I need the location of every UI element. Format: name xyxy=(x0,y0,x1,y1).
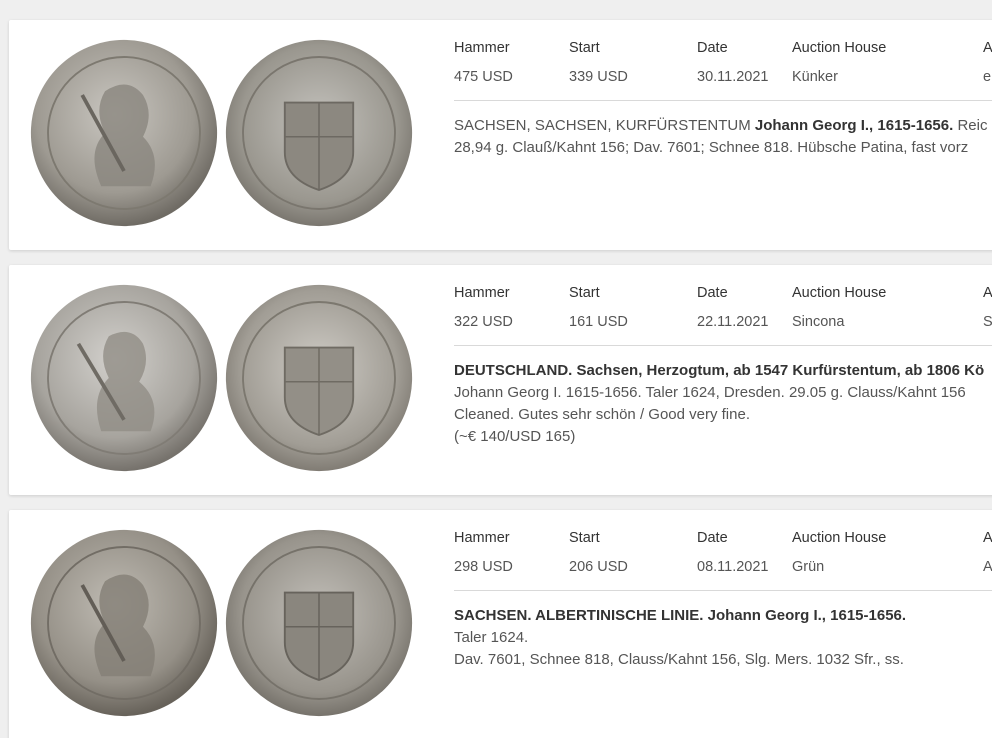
start-header: Start xyxy=(569,285,600,301)
description-bold: Johann Georg I., 1615-1656. xyxy=(754,117,954,134)
description-line: (~€ 140/USD 165) xyxy=(454,428,576,445)
description-line: DEUTSCHLAND. Sachsen, Herzogtum, ab 1547… xyxy=(454,360,992,382)
auction-house-header: Auction House xyxy=(792,40,887,56)
result-header-row: Hammer Start Date Auction House A xyxy=(454,530,992,559)
result-values-row: 298 USD 206 USD 08.11.2021 Grün A xyxy=(454,559,992,587)
coin-obverse-image[interactable] xyxy=(29,283,219,473)
divider xyxy=(454,345,992,346)
auction-house-name[interactable]: Grün xyxy=(792,559,824,575)
coin-images xyxy=(29,283,419,479)
hammer-price: 475 USD xyxy=(454,69,513,85)
divider xyxy=(454,590,992,591)
auction-results-list: Hammer Start Date Auction House A 475 US… xyxy=(0,0,992,738)
divider xyxy=(454,100,992,101)
auction-house-name[interactable]: Künker xyxy=(792,69,838,85)
date-header: Date xyxy=(697,40,728,56)
description-line: SACHSEN, SACHSEN, KURFÜRSTENTUM Johann G… xyxy=(454,115,992,137)
auction-result-info: Hammer Start Date Auction House A 298 US… xyxy=(454,530,992,671)
auction-result-card[interactable]: Hammer Start Date Auction House A 322 US… xyxy=(9,265,992,495)
date-header: Date xyxy=(697,285,728,301)
start-price: 161 USD xyxy=(569,314,628,330)
coin-images xyxy=(29,528,419,724)
hammer-header: Hammer xyxy=(454,530,510,546)
auction-date: 30.11.2021 xyxy=(697,69,769,85)
truncated-value: e xyxy=(983,69,992,85)
hammer-header: Hammer xyxy=(454,40,510,56)
result-header-row: Hammer Start Date Auction House A xyxy=(454,285,992,314)
auction-house-header: Auction House xyxy=(792,285,887,301)
description-line: Cleaned. Gutes sehr schön / Good very fi… xyxy=(454,406,750,423)
start-price: 206 USD xyxy=(569,559,628,575)
hammer-price: 322 USD xyxy=(454,314,513,330)
auction-result-info: Hammer Start Date Auction House A 322 US… xyxy=(454,285,992,448)
description-line: Dav. 7601, Schnee 818, Clauss/Kahnt 156,… xyxy=(454,651,904,668)
lot-description: SACHSEN. ALBERTINISCHE LINIE. Johann Geo… xyxy=(454,605,992,671)
start-header: Start xyxy=(569,40,600,56)
auction-house-header: Auction House xyxy=(792,530,887,546)
truncated-header: A xyxy=(983,530,992,546)
auction-house-name[interactable]: Sincona xyxy=(792,314,844,330)
truncated-value: A xyxy=(983,559,992,575)
result-values-row: 475 USD 339 USD 30.11.2021 Künker e xyxy=(454,69,992,97)
auction-date: 22.11.2021 xyxy=(697,314,769,330)
coin-reverse-image[interactable] xyxy=(224,528,414,718)
auction-date: 08.11.2021 xyxy=(697,559,769,575)
start-header: Start xyxy=(569,530,600,546)
lot-description: DEUTSCHLAND. Sachsen, Herzogtum, ab 1547… xyxy=(454,360,992,448)
date-header: Date xyxy=(697,530,728,546)
coin-reverse-image[interactable] xyxy=(224,38,414,228)
coin-obverse-image[interactable] xyxy=(29,528,219,718)
result-values-row: 322 USD 161 USD 22.11.2021 Sincona S xyxy=(454,314,992,342)
lot-description: SACHSEN, SACHSEN, KURFÜRSTENTUM Johann G… xyxy=(454,115,992,159)
hammer-header: Hammer xyxy=(454,285,510,301)
description-line: Johann Georg I. 1615-1656. Taler 1624, D… xyxy=(454,384,966,401)
description-text: Reic xyxy=(953,117,988,134)
description-bold: DEUTSCHLAND. Sachsen, Herzogtum, ab 1547… xyxy=(454,362,985,379)
description-text: SACHSEN, SACHSEN, KURFÜRSTENTUM xyxy=(454,117,755,134)
start-price: 339 USD xyxy=(569,69,628,85)
truncated-header: A xyxy=(983,285,992,301)
truncated-header: A xyxy=(983,40,992,56)
hammer-price: 298 USD xyxy=(454,559,513,575)
description-line: SACHSEN. ALBERTINISCHE LINIE. Johann Geo… xyxy=(454,605,992,627)
coin-reverse-image[interactable] xyxy=(224,283,414,473)
auction-result-card[interactable]: Hammer Start Date Auction House A 298 US… xyxy=(9,510,992,738)
description-bold: SACHSEN. ALBERTINISCHE LINIE. Johann Geo… xyxy=(454,607,907,624)
auction-result-info: Hammer Start Date Auction House A 475 US… xyxy=(454,40,992,159)
auction-result-card[interactable]: Hammer Start Date Auction House A 475 US… xyxy=(9,20,992,250)
result-header-row: Hammer Start Date Auction House A xyxy=(454,40,992,69)
description-line: 28,94 g. Clauß/Kahnt 156; Dav. 7601; Sch… xyxy=(454,139,969,156)
truncated-value: S xyxy=(983,314,992,330)
coin-images xyxy=(29,38,419,234)
coin-obverse-image[interactable] xyxy=(29,38,219,228)
description-line: Taler 1624. xyxy=(454,629,529,646)
